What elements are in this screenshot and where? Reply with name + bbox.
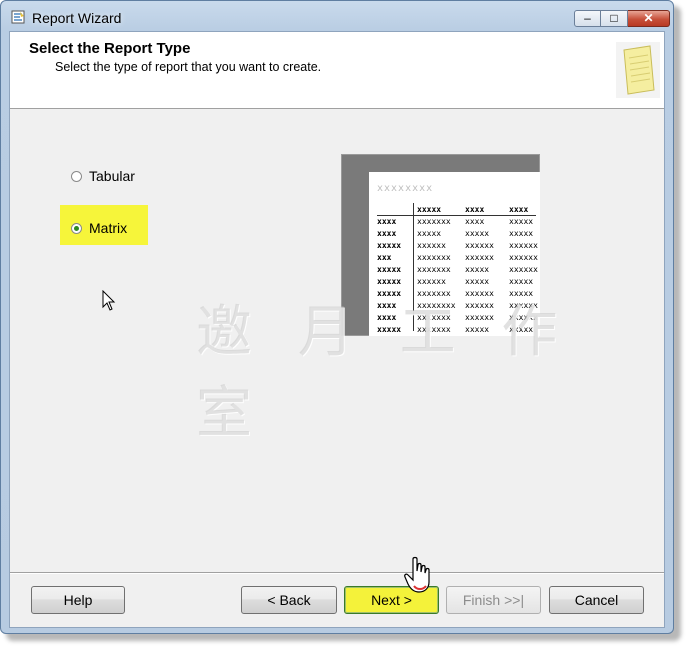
preview-row-header: xxxxx (377, 241, 402, 250)
report-wizard-app-icon (11, 10, 25, 24)
hand-cursor-icon (404, 556, 430, 593)
preview-cell: xxxxxx (417, 241, 446, 250)
preview-cell: xxxxxx (509, 301, 538, 310)
preview-row-header: xxxx (377, 313, 397, 322)
minimize-button[interactable]: – (574, 10, 601, 27)
preview-row-header: xxxxx (377, 325, 402, 334)
preview-cell: xxxxx (465, 229, 490, 238)
preview-cell: xxxxx (509, 229, 534, 238)
close-button[interactable]: ✕ (628, 10, 670, 27)
preview-cell: xxxxxx (509, 253, 538, 262)
preview-cell: xxxxxx (417, 277, 446, 286)
finish-button: Finish >>| (446, 586, 541, 614)
title-bar[interactable]: Report Wizard – □ ✕ (1, 1, 673, 31)
preview-cell: xxxxxxx (417, 265, 451, 274)
report-preview: xxxxxxxx xxxxx xxxx xxxx xxxx xxxxxxx xxxx… (341, 154, 540, 336)
preview-title: xxxxxxxx (377, 183, 434, 194)
report-page-icon (616, 42, 660, 98)
preview-cell: xxxxx (509, 289, 534, 298)
preview-cell: xxxxxx (465, 241, 494, 250)
preview-cell: xxxxx (509, 217, 534, 226)
preview-cell: xxxxxx (465, 289, 494, 298)
preview-cell: xxxxxxx (417, 217, 451, 226)
radio-tabular-label: Tabular (89, 168, 135, 184)
radio-tabular-circle[interactable] (71, 170, 82, 182)
preview-cell: xxxxxx (465, 301, 494, 310)
preview-row-header: xxxx (377, 217, 397, 226)
preview-row-header: xxx (377, 253, 392, 262)
radio-matrix-circle[interactable] (71, 222, 82, 234)
preview-cell: xxxxx (465, 277, 490, 286)
radio-tabular[interactable]: Tabular (71, 168, 135, 184)
preview-cell: xxxxx (509, 325, 534, 334)
preview-cell: xxxxxx (465, 253, 494, 262)
preview-cell: xxxxxx (465, 313, 494, 322)
preview-cell: xxxxxx (509, 313, 538, 322)
preview-header-cell: xxxx (509, 205, 529, 214)
preview-cell: xxxxxxx (417, 325, 451, 334)
preview-cell: xxxxx (465, 265, 490, 274)
close-icon: ✕ (643, 11, 654, 25)
maximize-button[interactable]: □ (601, 10, 628, 27)
preview-divider-vertical (413, 203, 414, 331)
preview-row-header: xxxx (377, 229, 397, 238)
radio-selected-dot (74, 225, 79, 231)
report-wizard-window: Report Wizard – □ ✕ Select the Report Ty… (0, 0, 674, 634)
wizard-client-area: Select the Report Type Select the type o… (9, 31, 665, 628)
preview-cell: xxxxxxxx (417, 301, 456, 310)
radio-matrix-label: Matrix (89, 220, 128, 236)
wizard-header: Select the Report Type Select the type o… (10, 32, 664, 109)
cancel-button[interactable]: Cancel (549, 586, 644, 614)
back-button[interactable]: < Back (241, 586, 337, 614)
maximize-icon: □ (610, 11, 618, 25)
preview-cell: xxxxxxx (417, 313, 451, 322)
preview-row-header: xxxxx (377, 289, 402, 298)
preview-cell: xxxxx (509, 277, 534, 286)
preview-page: xxxxxxxx xxxxx xxxx xxxx xxxx xxxxxxx xxxx… (369, 172, 540, 336)
preview-row-header: xxxx (377, 301, 397, 310)
preview-cell: xxxxxx (509, 265, 538, 274)
preview-cell: xxxx (465, 217, 485, 226)
preview-header-cell: xxxxx (417, 205, 442, 214)
window-title: Report Wizard (32, 10, 122, 26)
page-title: Select the Report Type (29, 40, 191, 57)
help-button[interactable]: Help (31, 586, 125, 614)
preview-cell: xxxxxxx (417, 253, 451, 262)
minimize-icon: – (584, 11, 591, 25)
preview-cell: xxxxxxx (417, 289, 451, 298)
footer-separator (10, 572, 664, 573)
preview-cell: xxxxx (465, 325, 490, 334)
page-subtitle: Select the type of report that you want … (55, 60, 322, 74)
preview-row-header: xxxxx (377, 265, 402, 274)
preview-cell: xxxxxx (509, 241, 538, 250)
preview-row-header: xxxxx (377, 277, 402, 286)
preview-cell: xxxxx (417, 229, 442, 238)
preview-header-cell: xxxx (465, 205, 485, 214)
mouse-pointer-icon (102, 290, 116, 311)
preview-divider-horizontal (377, 215, 536, 216)
radio-matrix[interactable]: Matrix (71, 220, 127, 236)
